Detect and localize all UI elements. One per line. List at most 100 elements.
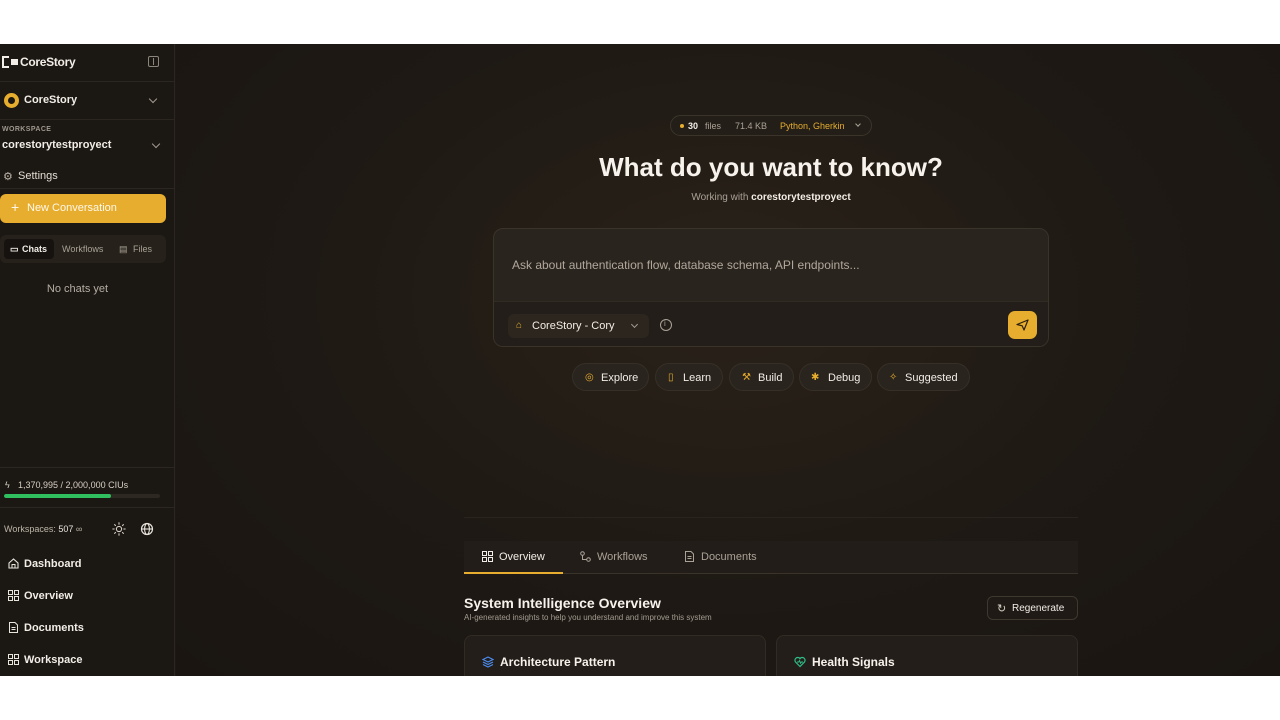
tab-overview[interactable]: Overview — [464, 541, 563, 574]
bug-icon: ✱ — [811, 372, 820, 383]
nav-overview-label: Overview — [24, 590, 73, 602]
agent-select[interactable]: ⌂ CoreStory - Cory — [508, 314, 649, 338]
refresh-icon: ↻ — [997, 603, 1007, 615]
empty-chats-text: No chats yet — [46, 283, 109, 295]
workspace-name: corestorytestproyect — [2, 139, 112, 151]
workspaces-limit: ∞ — [75, 524, 83, 534]
logo-text: CoreStory — [20, 55, 76, 69]
repo-languages: Python, Gherkin — [780, 121, 845, 131]
new-conversation-label: New Conversation — [27, 202, 117, 214]
regenerate-label: Regenerate — [1012, 603, 1065, 614]
org-selector[interactable]: CoreStory — [0, 82, 175, 120]
tab-workflows[interactable]: Workflows — [568, 541, 668, 574]
workspaces-count: Workspaces: 507 ∞ — [4, 524, 82, 534]
workflow-icon — [580, 551, 591, 562]
chip-explore[interactable]: ◎ Explore — [572, 363, 649, 391]
card-health-signals-label: Health Signals — [812, 655, 895, 669]
repo-summary-pill[interactable]: 30 files 71.4 KB Python, Gherkin — [670, 115, 872, 136]
chip-build[interactable]: ⚒ Build — [729, 363, 794, 391]
nav-dashboard[interactable]: Dashboard — [0, 553, 170, 577]
grid-icon — [482, 551, 493, 562]
files-label: files — [705, 121, 722, 131]
nav-documents[interactable]: Documents — [0, 617, 170, 641]
layers-icon — [482, 656, 494, 668]
chat-icon: ▭ — [10, 244, 19, 254]
lightning-icon: ϟ — [5, 480, 10, 490]
nav-workspace-label: Workspace — [24, 654, 83, 666]
ask-box: ⌂ CoreStory - Cory — [493, 228, 1049, 347]
workspaces-label: Workspaces: — [4, 524, 56, 534]
settings-label: Settings — [18, 170, 58, 182]
document-icon — [685, 551, 694, 562]
chip-debug-label: Debug — [828, 372, 861, 384]
chip-suggested[interactable]: ✧ Suggested — [877, 363, 970, 391]
subtitle-prefix: Working with — [691, 192, 749, 203]
compass-icon: ◎ — [585, 372, 594, 383]
chip-debug[interactable]: ✱ Debug — [799, 363, 872, 391]
logo-row: CoreStory — [0, 44, 175, 82]
chevron-down-icon — [151, 139, 161, 149]
ask-input[interactable] — [494, 229, 1048, 301]
ask-toolbar: ⌂ CoreStory - Cory — [494, 301, 1048, 346]
card-architecture-pattern-label: Architecture Pattern — [500, 655, 616, 669]
chip-learn[interactable]: ▯ Learn — [655, 363, 723, 391]
globe-icon[interactable] — [140, 522, 154, 536]
send-button[interactable] — [1008, 311, 1037, 339]
workspace-selector[interactable]: corestorytestproyect — [0, 134, 175, 158]
divider — [0, 507, 175, 508]
hammer-icon: ⚒ — [742, 372, 751, 383]
status-dot — [680, 124, 684, 128]
nav-dashboard-label: Dashboard — [24, 558, 82, 570]
tab-overview-label: Overview — [499, 551, 545, 563]
page-title: What do you want to know? — [599, 152, 943, 182]
collapse-sidebar-button[interactable] — [148, 56, 159, 67]
agent-select-label: CoreStory - Cory — [532, 320, 615, 332]
sparkle-icon: ✧ — [889, 372, 898, 383]
chip-explore-label: Explore — [601, 372, 639, 384]
tab-workflows[interactable]: Workflows — [58, 239, 110, 259]
card-architecture-pattern[interactable]: Architecture Pattern — [464, 635, 766, 676]
chip-build-label: Build — [758, 372, 783, 384]
tab-chats-label: Chats — [22, 244, 48, 254]
card-health-signals[interactable]: Health Signals — [776, 635, 1078, 676]
send-icon — [1016, 319, 1029, 331]
chevron-down-icon — [148, 94, 158, 104]
workspace-label: WORKSPACE — [2, 126, 52, 133]
sun-icon[interactable] — [112, 522, 126, 536]
divider — [0, 467, 175, 468]
org-icon — [4, 93, 19, 108]
tab-chats[interactable]: ▭ Chats — [4, 239, 54, 259]
chip-learn-label: Learn — [683, 372, 712, 384]
book-icon: ▯ — [668, 372, 674, 383]
heart-icon — [794, 656, 806, 668]
corestory-logo-icon — [2, 56, 18, 68]
workspaces-value: 507 — [58, 524, 74, 534]
tab-workflows-label: Workflows — [597, 551, 648, 563]
overview-tabs: Overview Workflows Documents — [464, 541, 1078, 574]
chevron-down-icon — [630, 320, 639, 329]
file-icon: ▤ — [119, 244, 128, 254]
ciu-text: 1,370,995 / 2,000,000 CIUs — [18, 480, 129, 490]
info-icon[interactable] — [660, 319, 672, 331]
chevron-down-icon — [855, 121, 861, 127]
file-count: 30 — [688, 121, 699, 131]
regenerate-button[interactable]: ↻ Regenerate — [987, 596, 1078, 620]
nav-documents-label: Documents — [24, 622, 84, 634]
section-title: System Intelligence Overview — [464, 595, 661, 611]
sidebar: CoreStory CoreStory WORKSPACE corestoryt… — [0, 44, 175, 676]
chip-suggested-label: Suggested — [905, 372, 958, 384]
nav-overview[interactable]: Overview — [0, 585, 170, 609]
plus-icon: + — [11, 199, 20, 215]
tab-documents[interactable]: Documents — [674, 541, 774, 574]
repo-size: 71.4 KB — [735, 121, 768, 131]
bot-icon: ⌂ — [516, 320, 523, 331]
ciu-progress-bar — [4, 494, 160, 498]
new-conversation-button[interactable]: + New Conversation — [0, 194, 166, 223]
subtitle-workspace: corestorytestproyect — [751, 192, 851, 203]
tab-files[interactable]: ▤ Files — [114, 239, 160, 259]
home-icon — [8, 558, 19, 569]
sidebar-tabs: ▭ Chats Workflows ▤ Files — [0, 235, 166, 263]
nav-workspace[interactable]: Workspace — [0, 649, 170, 673]
gear-icon: ⚙ — [3, 171, 13, 183]
settings-link[interactable]: ⚙ Settings — [0, 163, 175, 189]
